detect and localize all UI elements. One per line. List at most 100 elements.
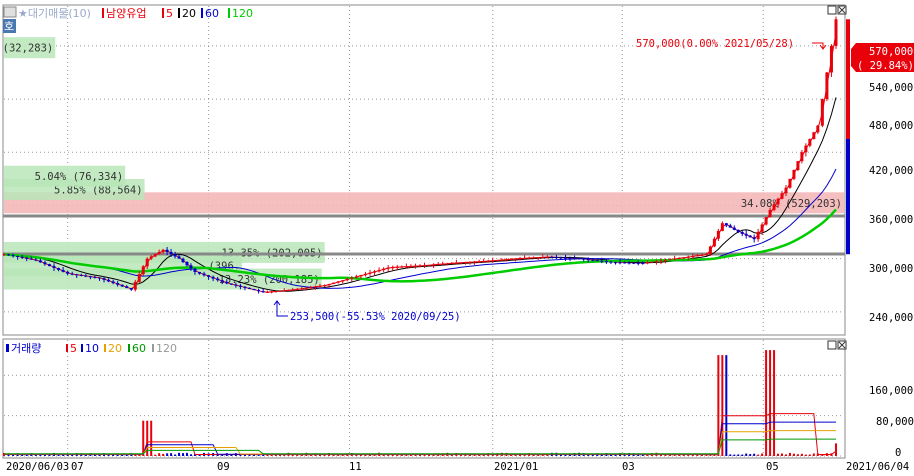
candle-body [441,263,445,265]
vol-legend-4[interactable]: 60 [132,342,146,355]
candle-body [432,264,436,266]
candle-body [193,268,197,272]
candle-body [752,237,756,240]
candle-body [436,264,440,266]
y-tick-label: 480,000 [869,120,913,132]
candle-body [463,262,467,264]
legend-item-0[interactable]: ★대기매물(10) [18,7,91,20]
candle-body [800,152,804,162]
legend-marker-2 [162,8,164,18]
candle-body [373,271,377,273]
current-change: ( 29.84%) [857,60,914,72]
candle-body [816,125,820,133]
candle-body [66,271,70,274]
candle-body [459,262,463,264]
candle-body [532,257,536,259]
vol-legend-1[interactable]: 5 [70,342,77,355]
legend-item-4[interactable]: 60 [205,7,219,20]
candle-body [744,233,748,236]
candle-body [295,289,299,291]
candle-body [604,261,608,263]
candle-body [691,256,695,258]
candle-body [177,256,181,259]
current-price: 570,000 [869,46,913,58]
vol-maximize-icon[interactable] [827,340,837,350]
price-range-bar-down [846,138,850,255]
candle-body [153,254,157,257]
candle-body [772,204,776,210]
candle-body [243,286,247,288]
vol-legend-3[interactable]: 20 [108,342,122,355]
candle-body [157,252,161,255]
candle-body [11,255,15,257]
candle-body [829,45,833,73]
candle-body [261,291,265,293]
candle-body [673,258,677,260]
candle-body [252,289,256,291]
candle-body [161,249,165,252]
candle-body [720,223,724,231]
legend-marker-4 [201,8,203,18]
candle-body [368,272,372,274]
maximize-icon[interactable] [827,5,837,15]
candle-body [145,258,149,267]
candle-body [523,258,527,260]
legend-item-3[interactable]: 20 [182,7,196,20]
candle-body [812,132,816,139]
vol-legend-2[interactable]: 10 [85,342,99,355]
candle-body [318,285,322,287]
vol-legend-5[interactable]: 120 [156,342,177,355]
candle-body [536,257,540,259]
candle-body [550,256,554,258]
vol-legend-0[interactable]: 거래량 [11,342,41,355]
legend-marker-3 [178,8,180,18]
candle-body [43,262,47,265]
legend-item-1[interactable]: 남양유업 [106,7,146,20]
candle-body [229,283,233,285]
candle-body [664,259,668,261]
candle-body [728,225,732,228]
x-tick-label: 05 [766,461,779,473]
stock-chart: 34.08% (529,203)5.85% (88,564)5.04% (76,… [0,4,914,473]
volume-profile-label: 2.13% (32,283) [0,43,53,55]
legend-item-2[interactable]: 5 [166,7,173,20]
price-range-bar-up [846,19,850,139]
candle-body [16,255,20,257]
candle-body [641,262,645,264]
volume-bar [777,453,780,456]
candle-body [395,267,399,269]
candle-body [47,264,51,267]
candle-body [345,278,349,281]
side-tab[interactable]: 호 [3,19,16,33]
volume-bar [753,453,756,456]
legend-marker-5 [228,8,230,18]
candle-body [413,265,417,267]
candle-body [149,256,153,259]
candle-body [784,187,788,194]
candle-body [341,280,345,282]
candle-body [600,260,604,262]
candle-body [482,261,486,263]
candle-body [473,261,477,263]
candle-body [238,285,242,287]
candle-body [659,260,663,262]
candle-body [2,254,6,256]
candle-body [216,278,220,281]
legend-settings-icon[interactable] [3,6,17,18]
candle-body [682,257,686,259]
candle-body [445,263,449,265]
candle-body [225,281,229,284]
volume-bar [733,454,736,456]
candle-body [573,258,577,260]
candle-body [645,262,649,264]
low-annotation-text: 253,500(-55.53% 2020/09/25) [290,311,461,323]
candle-body [825,72,829,100]
volume-bar [835,443,837,456]
candle-body [677,258,681,260]
volume-bar [170,453,173,456]
candle-body [88,276,92,278]
y-tick-label: 540,000 [869,82,913,94]
price-legend: ★대기매물(10) 남양유업 5 20 60 120 [3,6,253,20]
volume-bar [784,454,787,456]
legend-item-5[interactable]: 120 [232,7,253,20]
